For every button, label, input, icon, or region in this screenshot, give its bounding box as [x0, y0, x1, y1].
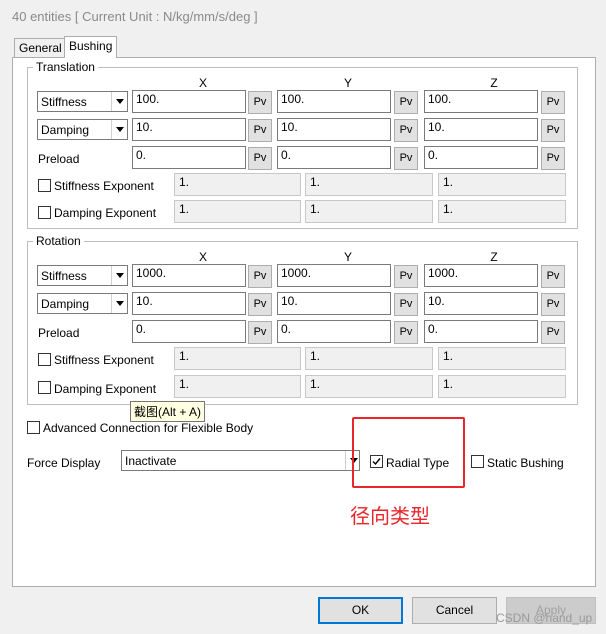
rotation-damping-exponent-x-field: 1.	[174, 375, 301, 398]
rotation-stiffness-exponent-checkbox[interactable]	[38, 353, 51, 366]
rotation-damping-z-pv-button[interactable]: Pv	[541, 293, 565, 316]
rotation-damping-y-pv-button[interactable]: Pv	[394, 293, 418, 316]
translation-damping-exponent-x-field: 1.	[174, 200, 301, 223]
translation-damping-y-input[interactable]: 10.	[277, 118, 391, 141]
translation-stiffness-exponent-label: Stiffness Exponent	[54, 179, 154, 193]
translation-col-x: X	[198, 76, 207, 90]
rotation-damping-type-select[interactable]: Damping	[37, 293, 128, 314]
rotation-damping-x-input[interactable]: 10.	[132, 292, 246, 315]
rotation-stiffness-exponent-label: Stiffness Exponent	[54, 353, 154, 367]
translation-preload-y-pv-button[interactable]: Pv	[394, 147, 418, 170]
rotation-stiffness-z-input[interactable]: 1000.	[424, 264, 538, 287]
force-display-label: Force Display	[27, 456, 101, 470]
advanced-connection-checkbox[interactable]	[27, 421, 40, 434]
rotation-stiffness-type-select[interactable]: Stiffness	[37, 265, 128, 286]
translation-damping-type-value: Damping	[41, 123, 90, 137]
translation-damping-exponent-label: Damping Exponent	[54, 206, 157, 220]
translation-preload-z-input[interactable]: 0.	[424, 146, 538, 169]
translation-damping-exponent-z-field: 1.	[438, 200, 566, 223]
rotation-legend: Rotation	[33, 234, 84, 248]
translation-col-z: Z	[490, 76, 498, 90]
translation-stiffness-exponent-z-field: 1.	[438, 173, 566, 196]
rotation-damping-exponent-z-field: 1.	[438, 375, 566, 398]
rotation-stiffness-exponent-x-field: 1.	[174, 347, 301, 370]
rotation-col-z: Z	[490, 250, 498, 264]
rotation-preload-y-pv-button[interactable]: Pv	[394, 321, 418, 344]
translation-stiffness-exponent-y-field: 1.	[305, 173, 433, 196]
translation-stiffness-type-value: Stiffness	[41, 95, 87, 109]
rotation-preload-x-input[interactable]: 0.	[132, 320, 246, 343]
force-display-select[interactable]: Inactivate	[121, 450, 360, 471]
translation-stiffness-exponent-checkbox[interactable]	[38, 179, 51, 192]
rotation-preload-z-pv-button[interactable]: Pv	[541, 321, 565, 344]
translation-preload-x-pv-button[interactable]: Pv	[248, 147, 272, 170]
translation-stiffness-z-pv-button[interactable]: Pv	[541, 91, 565, 114]
rotation-damping-exponent-y-field: 1.	[305, 375, 433, 398]
translation-stiffness-x-input[interactable]: 100.	[132, 90, 246, 113]
rotation-damping-exponent-checkbox[interactable]	[38, 381, 51, 394]
translation-stiffness-type-select[interactable]: Stiffness	[37, 91, 128, 112]
static-bushing-checkbox[interactable]	[471, 455, 484, 468]
translation-stiffness-exponent-x-field: 1.	[174, 173, 301, 196]
translation-stiffness-y-pv-button[interactable]: Pv	[394, 91, 418, 114]
translation-stiffness-x-pv-button[interactable]: Pv	[248, 91, 272, 114]
chevron-down-icon	[111, 92, 127, 111]
window-title: 40 entities [ Current Unit : N/kg/mm/s/d…	[12, 9, 258, 24]
rotation-stiffness-x-pv-button[interactable]: Pv	[248, 265, 272, 288]
chevron-down-icon	[111, 294, 127, 313]
rotation-damping-exponent-label: Damping Exponent	[54, 382, 157, 396]
translation-preload-y-input[interactable]: 0.	[277, 146, 391, 169]
translation-damping-exponent-checkbox[interactable]	[38, 206, 51, 219]
rotation-damping-y-input[interactable]: 10.	[277, 292, 391, 315]
translation-preload-z-pv-button[interactable]: Pv	[541, 147, 565, 170]
rotation-stiffness-exponent-y-field: 1.	[305, 347, 433, 370]
rotation-stiffness-exponent-z-field: 1.	[438, 347, 566, 370]
rotation-damping-type-value: Damping	[41, 297, 90, 311]
rotation-preload-z-input[interactable]: 0.	[424, 320, 538, 343]
translation-damping-x-input[interactable]: 10.	[132, 118, 246, 141]
watermark: CSDN @hand_up	[496, 611, 593, 625]
tab-general[interactable]: General	[14, 38, 67, 57]
rotation-stiffness-y-input[interactable]: 1000.	[277, 264, 391, 287]
translation-damping-x-pv-button[interactable]: Pv	[248, 119, 272, 142]
rotation-preload-y-input[interactable]: 0.	[277, 320, 391, 343]
annotation-text: 径向类型	[350, 506, 430, 528]
chevron-down-icon	[111, 120, 127, 139]
rotation-col-x: X	[198, 250, 207, 264]
translation-damping-z-pv-button[interactable]: Pv	[541, 119, 565, 142]
translation-damping-exponent-y-field: 1.	[305, 200, 433, 223]
rotation-stiffness-z-pv-button[interactable]: Pv	[541, 265, 565, 288]
translation-damping-type-select[interactable]: Damping	[37, 119, 128, 140]
force-display-value: Inactivate	[125, 454, 177, 468]
rotation-col-y: Y	[343, 250, 352, 264]
tab-bushing[interactable]: Bushing	[64, 36, 118, 58]
translation-preload-x-input[interactable]: 0.	[132, 146, 246, 169]
rotation-stiffness-y-pv-button[interactable]: Pv	[394, 265, 418, 288]
rotation-preload-label: Preload	[38, 326, 80, 340]
annotation-highlight-box	[352, 417, 465, 488]
cancel-button[interactable]: Cancel	[412, 597, 497, 624]
screenshot-tooltip: 截图(Alt + A)	[130, 401, 206, 422]
ok-button[interactable]: OK	[318, 597, 403, 624]
translation-col-y: Y	[343, 76, 352, 90]
static-bushing-label: Static Bushing	[487, 456, 564, 470]
translation-legend: Translation	[33, 60, 98, 74]
advanced-connection-label: Advanced Connection for Flexible Body	[43, 421, 254, 435]
translation-stiffness-y-input[interactable]: 100.	[277, 90, 391, 113]
chevron-down-icon	[111, 266, 127, 285]
rotation-stiffness-x-input[interactable]: 1000.	[132, 264, 246, 287]
rotation-damping-z-input[interactable]: 10.	[424, 292, 538, 315]
rotation-damping-x-pv-button[interactable]: Pv	[248, 293, 272, 316]
rotation-preload-x-pv-button[interactable]: Pv	[248, 321, 272, 344]
translation-damping-z-input[interactable]: 10.	[424, 118, 538, 141]
translation-stiffness-z-input[interactable]: 100.	[424, 90, 538, 113]
translation-preload-label: Preload	[38, 152, 80, 166]
rotation-stiffness-type-value: Stiffness	[41, 269, 87, 283]
translation-damping-y-pv-button[interactable]: Pv	[394, 119, 418, 142]
